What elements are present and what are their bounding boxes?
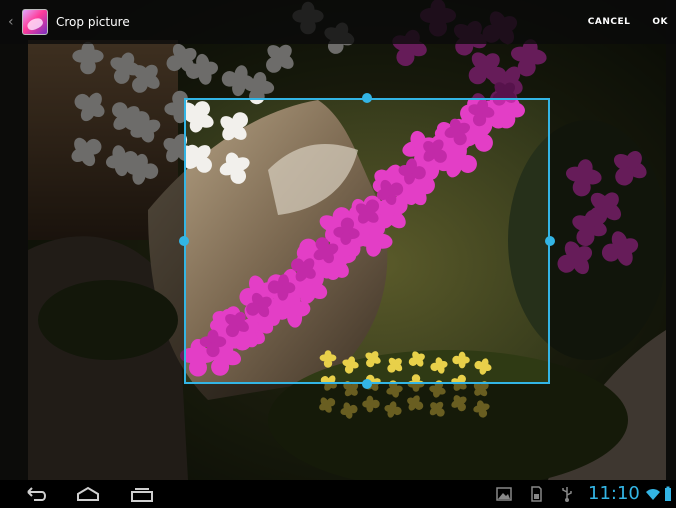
home-icon[interactable] [74,484,102,504]
ok-button[interactable]: OK [642,0,676,44]
crop-handle-bottom[interactable] [362,379,372,389]
photo-canvas[interactable] [28,0,666,480]
status-clock: 11:10 [588,483,640,504]
cancel-button[interactable]: CANCEL [576,0,643,44]
page-title: Crop picture [56,15,130,29]
crop-frame[interactable] [184,98,550,384]
system-bar: 11:10 [0,480,676,508]
gallery-icon[interactable] [22,9,48,35]
recents-icon[interactable] [128,484,156,504]
up-caret-icon[interactable]: ‹ [8,14,16,30]
back-icon[interactable] [22,484,50,504]
crop-screen: ‹ Crop picture CANCEL OK 11:10 [0,0,676,508]
sd-card-icon [527,485,545,503]
crop-handle-left[interactable] [179,236,189,246]
picture-icon [495,485,513,503]
wifi-icon [645,486,661,502]
battery-icon [664,486,672,502]
crop-handle-top[interactable] [362,93,372,103]
usb-icon [558,485,576,503]
crop-handle-right[interactable] [545,236,555,246]
action-bar: ‹ Crop picture CANCEL OK [0,0,676,44]
